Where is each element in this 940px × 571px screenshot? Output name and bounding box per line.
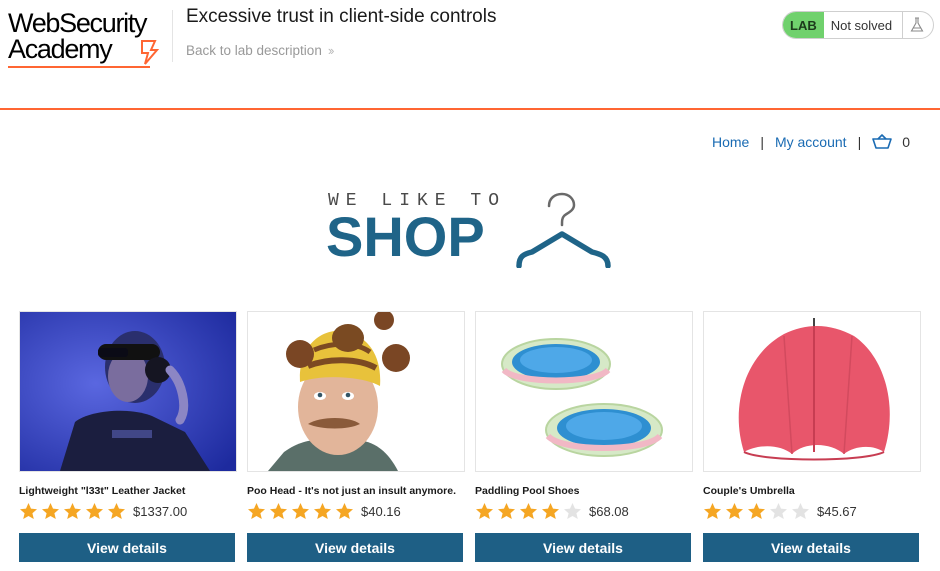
product-name: Couple's Umbrella (703, 485, 795, 497)
double-chevron-right-icon: ›› (327, 43, 335, 58)
product-image[interactable] (19, 311, 237, 472)
product-card: Couple's Umbrella $45.67 View details (703, 311, 921, 562)
star-filled-icon (498, 503, 515, 519)
product-rating: $1337.00 (19, 501, 187, 521)
product-grid: Lightweight "l33t" Leather Jacket $1337.… (19, 311, 922, 571)
logo-line-2: Academy (8, 34, 113, 64)
clothes-hanger-icon (516, 192, 611, 268)
star-filled-icon (42, 503, 59, 519)
product-name: Poo Head - It's not just an insult anymo… (247, 485, 457, 497)
star-filled-icon (314, 503, 331, 519)
product-card: Poo Head - It's not just an insult anymo… (247, 311, 465, 562)
header-divider (172, 10, 173, 62)
star-filled-icon (86, 503, 103, 519)
star-filled-icon (64, 503, 81, 519)
star-filled-icon (476, 503, 493, 519)
product-card: Lightweight "l33t" Leather Jacket $1337.… (19, 311, 237, 562)
star-empty-icon (792, 503, 809, 519)
star-filled-icon (704, 503, 721, 519)
star-filled-icon (748, 503, 765, 519)
cart-count: 0 (902, 134, 910, 150)
star-filled-icon (20, 503, 37, 519)
star-filled-icon (336, 503, 353, 519)
view-details-button[interactable]: View details (19, 533, 235, 562)
product-image[interactable] (247, 311, 465, 472)
product-rating: $45.67 (703, 501, 857, 521)
product-price: $1337.00 (133, 503, 188, 519)
star-empty-icon (564, 503, 581, 519)
lab-badge: LAB (783, 12, 824, 38)
product-price: $45.67 (817, 503, 857, 519)
view-details-button[interactable]: View details (703, 533, 919, 562)
web-security-academy-logo[interactable]: WebSecurity Academy (8, 8, 170, 68)
star-rating (19, 502, 129, 520)
product-price: $68.08 (589, 503, 629, 519)
product-price: $40.16 (361, 503, 401, 519)
back-to-lab-description-link[interactable]: Back to lab description ›› (186, 43, 335, 58)
shop-banner: WE LIKE TO SHOP (326, 190, 616, 270)
lab-title: Excessive trust in client-side controls (186, 6, 497, 27)
view-details-button[interactable]: View details (475, 533, 691, 562)
product-image[interactable] (703, 311, 921, 472)
product-rating: $68.08 (475, 501, 629, 521)
star-rating (475, 502, 585, 520)
star-filled-icon (726, 503, 743, 519)
nav-separator: | (857, 134, 862, 150)
product-card: Paddling Pool Shoes $68.08 View details (475, 311, 693, 562)
nav-separator: | (760, 134, 764, 150)
star-filled-icon (108, 503, 125, 519)
product-name: Paddling Pool Shoes (475, 485, 580, 497)
back-link-label: Back to lab description (186, 43, 322, 58)
star-filled-icon (292, 503, 309, 519)
product-image[interactable] (475, 311, 693, 472)
star-rating (247, 502, 357, 520)
star-empty-icon (770, 503, 787, 519)
academy-header: WebSecurity Academy Excessive trust in c… (0, 0, 940, 110)
view-details-button[interactable]: View details (247, 533, 463, 562)
my-account-link[interactable]: My account (775, 134, 847, 150)
lightning-bolt-icon (141, 40, 160, 65)
product-rating: $40.16 (247, 501, 401, 521)
logo-line-1: WebSecurity (8, 8, 148, 38)
shop-nav: Home | My account | 0 (712, 134, 910, 150)
home-link[interactable]: Home (712, 134, 749, 150)
banner-shop-word: SHOP (326, 205, 485, 268)
logo-underline (8, 66, 150, 68)
shopping-cart-icon[interactable] (872, 134, 893, 150)
star-rating (703, 502, 813, 520)
star-filled-icon (542, 503, 559, 519)
product-name: Lightweight "l33t" Leather Jacket (19, 485, 186, 497)
lab-status-text: Not solved (830, 17, 893, 33)
lab-status-widget: LAB Not solved (782, 11, 934, 39)
star-filled-icon (520, 503, 537, 519)
flask-icon (902, 12, 931, 38)
star-filled-icon (248, 503, 265, 519)
star-filled-icon (270, 503, 287, 519)
